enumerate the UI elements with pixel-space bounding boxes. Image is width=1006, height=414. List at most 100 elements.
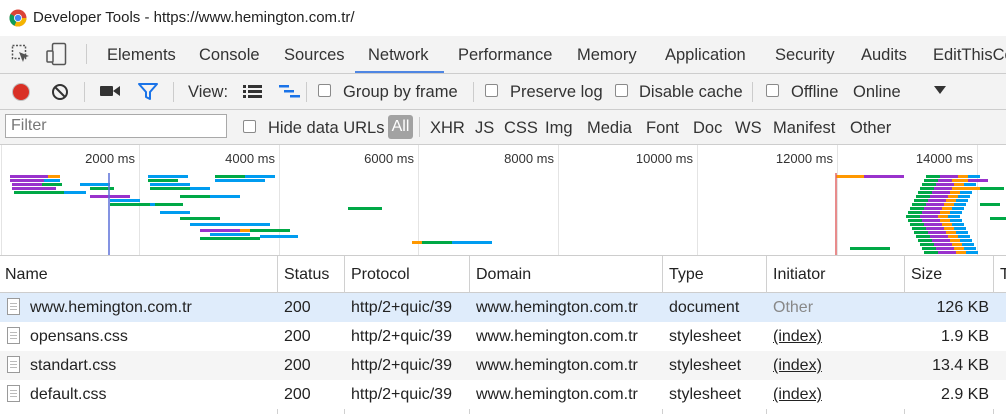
waterfall-icon[interactable]	[278, 83, 302, 99]
waterfall-segment	[412, 241, 422, 244]
separator	[419, 117, 420, 137]
filter-icon[interactable]	[137, 82, 159, 102]
table-row[interactable]: opensans.css 200 http/2+quic/39 www.hemi…	[0, 322, 1006, 351]
waterfall-segment	[864, 175, 904, 178]
type-filter-img[interactable]: Img	[545, 119, 573, 138]
initiator-link[interactable]: (index)	[773, 328, 822, 346]
waterfall-segment	[215, 179, 265, 182]
network-overview-timeline[interactable]: 2000 ms 4000 ms 6000 ms 8000 ms 10000 ms…	[0, 145, 1006, 256]
waterfall-segment	[48, 175, 60, 178]
waterfall-segment	[946, 199, 956, 202]
waterfall-segment	[916, 235, 930, 238]
column-protocol[interactable]: Protocol	[351, 266, 410, 284]
waterfall-segment	[920, 243, 934, 246]
waterfall-segment	[452, 241, 492, 244]
disable-cache-checkbox[interactable]	[615, 84, 628, 97]
offline-checkbox[interactable]	[766, 84, 779, 97]
tab-security[interactable]: Security	[775, 46, 835, 65]
type-filter-js[interactable]: JS	[475, 119, 494, 138]
waterfall-segment	[80, 183, 110, 186]
request-domain: www.hemington.com.tr	[476, 386, 638, 403]
waterfall-segment	[10, 179, 44, 182]
waterfall-segment	[922, 247, 936, 250]
table-row[interactable]: standart.css 200 http/2+quic/39 www.hemi…	[0, 351, 1006, 380]
device-toolbar-icon[interactable]	[45, 42, 69, 66]
waterfall-segment	[952, 207, 964, 210]
inspect-element-icon[interactable]	[11, 44, 31, 64]
tab-audits[interactable]: Audits	[861, 46, 907, 65]
requests-table-header: Name Status Protocol Domain Type Initiat…	[0, 256, 1006, 293]
waterfall-segment	[14, 191, 64, 194]
tab-memory[interactable]: Memory	[577, 46, 637, 65]
separator	[306, 82, 307, 102]
waterfall-segment	[966, 251, 978, 254]
filter-input[interactable]	[5, 114, 227, 138]
waterfall-segment	[924, 251, 938, 254]
type-filter-xhr[interactable]: XHR	[430, 119, 465, 138]
document-file-icon	[7, 327, 20, 344]
screenshot-camera-icon[interactable]	[99, 83, 121, 99]
type-filter-media[interactable]: Media	[587, 119, 632, 138]
waterfall-segment	[110, 203, 150, 206]
tab-console[interactable]: Console	[199, 46, 260, 65]
waterfall-segment	[906, 215, 920, 218]
request-domain: www.hemington.com.tr	[476, 299, 638, 316]
group-by-frame-label: Group by frame	[343, 83, 458, 101]
waterfall-segment	[980, 187, 1004, 190]
tick-label: 14000 ms	[915, 151, 973, 166]
tab-elements[interactable]: Elements	[107, 46, 176, 65]
column-initiator[interactable]: Initiator	[773, 266, 825, 284]
column-status[interactable]: Status	[284, 266, 329, 284]
request-domain: www.hemington.com.tr	[476, 357, 638, 374]
tab-network[interactable]: Network	[368, 46, 429, 65]
tab-sources[interactable]: Sources	[284, 46, 345, 65]
type-filter-font[interactable]: Font	[646, 119, 679, 138]
initiator-link[interactable]: (index)	[773, 386, 822, 404]
waterfall-segment	[90, 195, 130, 198]
large-rows-icon[interactable]	[242, 83, 264, 99]
tab-editthiscookie[interactable]: EditThisCo	[933, 46, 1006, 65]
waterfall-segment	[956, 199, 968, 202]
table-row[interactable]: default.css 200 http/2+quic/39 www.hemin…	[0, 380, 1006, 409]
type-filter-doc[interactable]: Doc	[693, 119, 722, 138]
waterfall-segment	[926, 175, 940, 178]
request-name: www.hemington.com.tr	[30, 299, 192, 316]
column-time[interactable]: T	[1000, 266, 1006, 284]
waterfall-segment	[928, 199, 946, 202]
waterfall-segment	[918, 191, 932, 194]
column-name[interactable]: Name	[5, 266, 48, 284]
column-size[interactable]: Size	[911, 266, 942, 284]
waterfall-segment	[918, 239, 932, 242]
tab-application[interactable]: Application	[665, 46, 746, 65]
waterfall-segment	[230, 223, 270, 226]
type-filter-manifest[interactable]: Manifest	[773, 119, 835, 138]
record-icon[interactable]	[11, 82, 31, 102]
preserve-log-checkbox[interactable]	[485, 84, 498, 97]
separator	[86, 44, 87, 64]
type-filter-ws[interactable]: WS	[735, 119, 762, 138]
type-filter-other[interactable]: Other	[850, 119, 891, 138]
document-file-icon	[7, 356, 20, 373]
type-filter-css[interactable]: CSS	[504, 119, 538, 138]
waterfall-segment	[180, 195, 210, 198]
waterfall-segment	[190, 187, 210, 190]
hide-data-urls-checkbox[interactable]	[243, 120, 256, 133]
type-filter-all[interactable]: All	[388, 115, 413, 139]
waterfall-segment	[924, 179, 938, 182]
waterfall-segment	[836, 175, 864, 178]
group-by-frame-checkbox[interactable]	[318, 84, 331, 97]
dropdown-arrow-icon[interactable]	[933, 85, 947, 95]
table-row[interactable]: www.hemington.com.tr 200 http/2+quic/39 …	[0, 293, 1006, 322]
throttling-select[interactable]: Online	[853, 83, 901, 102]
initiator-link[interactable]: (index)	[773, 357, 822, 375]
column-type[interactable]: Type	[669, 266, 704, 284]
waterfall-segment	[958, 195, 970, 198]
column-domain[interactable]: Domain	[476, 266, 531, 284]
waterfall-segment	[932, 191, 950, 194]
view-label: View:	[188, 83, 229, 101]
waterfall-segment	[944, 227, 954, 230]
waterfall-segment	[950, 211, 962, 214]
waterfall-segment	[908, 211, 922, 214]
tab-performance[interactable]: Performance	[458, 46, 552, 65]
clear-icon[interactable]	[50, 82, 70, 102]
